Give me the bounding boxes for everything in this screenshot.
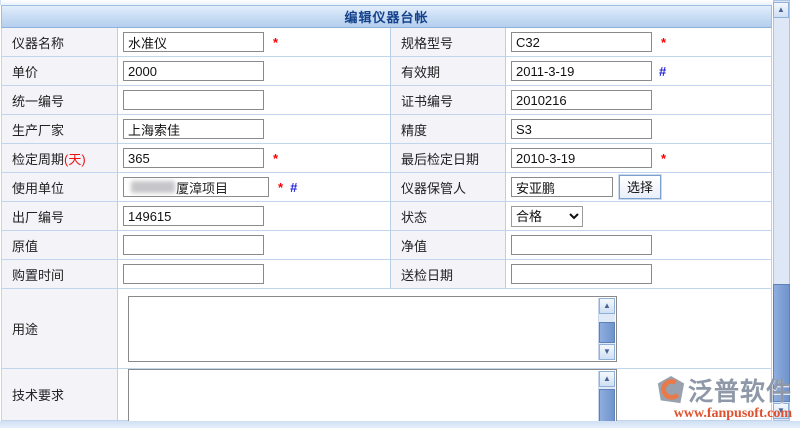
inspection-date-input[interactable]: [511, 264, 652, 284]
verification-cycle-input[interactable]: [123, 148, 264, 168]
fanpu-logo-icon: [656, 375, 686, 405]
status-label: 状态: [401, 207, 427, 226]
spec-model-input[interactable]: [511, 32, 652, 52]
valid-until-input[interactable]: [511, 61, 652, 81]
instrument-name-input[interactable]: [123, 32, 264, 52]
hash-marker: #: [290, 180, 297, 195]
form-row: 检定周期(天) * 最后检定日期 *: [2, 144, 772, 173]
spec-model-label: 规格型号: [401, 33, 453, 52]
form-row: 使用单位 厦漳项目 * # 仪器保管人 选择: [2, 173, 772, 202]
manufacturer-label: 生产厂家: [12, 120, 64, 139]
original-value-input[interactable]: [123, 235, 264, 255]
last-verification-date-label: 最后检定日期: [401, 149, 479, 168]
form-row: 统一编号 证书编号: [2, 86, 772, 115]
form-row: 购置时间 送检日期: [2, 260, 772, 289]
form-row: 单价 有效期 #: [2, 57, 772, 86]
scroll-up-icon[interactable]: ▲: [599, 371, 615, 387]
required-marker: *: [661, 151, 666, 166]
factory-number-input[interactable]: [123, 206, 264, 226]
vendor-url: www.fanpusoft.com: [632, 406, 792, 422]
precision-label: 精度: [401, 120, 427, 139]
unit-price-input[interactable]: [123, 61, 264, 81]
form-row: 用途 ▲ ▼: [2, 289, 772, 369]
status-select[interactable]: 合格: [511, 206, 583, 227]
required-marker: *: [273, 151, 278, 166]
purpose-textarea[interactable]: ▲ ▼: [128, 296, 617, 362]
technical-requirements-textarea[interactable]: ▲: [128, 369, 617, 428]
valid-until-label: 有效期: [401, 62, 440, 81]
precision-input[interactable]: [511, 119, 652, 139]
form-row: 原值 净值: [2, 231, 772, 260]
original-value-label: 原值: [12, 236, 38, 255]
inspection-date-label: 送检日期: [401, 265, 453, 284]
scrollbar-thumb[interactable]: [599, 389, 615, 423]
scroll-up-icon[interactable]: ▲: [773, 2, 789, 18]
scroll-down-icon[interactable]: ▼: [599, 344, 615, 360]
custodian-select-button[interactable]: 选择: [619, 175, 661, 199]
purchase-date-label: 购置时间: [12, 265, 64, 284]
required-marker: *: [278, 180, 283, 195]
net-value-label: 净值: [401, 236, 427, 255]
instrument-form: 仪器名称 * 规格型号 * 单价 有效期 # 统一编号: [1, 28, 772, 421]
purchase-date-input[interactable]: [123, 264, 264, 284]
custodian-label: 仪器保管人: [401, 178, 466, 197]
form-row: 出厂编号 状态 合格: [2, 202, 772, 231]
instrument-name-label: 仪器名称: [12, 33, 64, 52]
redacted-text: [131, 181, 175, 193]
textarea-scrollbar[interactable]: ▲: [598, 371, 615, 427]
bottom-strip: [0, 421, 800, 428]
certificate-number-input[interactable]: [511, 90, 652, 110]
unified-number-label: 统一编号: [12, 91, 64, 110]
purpose-label: 用途: [12, 319, 38, 338]
scrollbar-thumb[interactable]: [599, 322, 615, 343]
using-unit-visible-text: 厦漳项目: [176, 178, 228, 197]
certificate-number-label: 证书编号: [401, 91, 453, 110]
edit-instrument-ledger-window: 编辑仪器台帐 仪器名称 * 规格型号 * 单价 有效期 #: [0, 0, 800, 428]
page-scrollbar[interactable]: ▲ ▼: [773, 0, 790, 421]
manufacturer-input[interactable]: [123, 119, 264, 139]
form-row: 生产厂家 精度: [2, 115, 772, 144]
textarea-scrollbar[interactable]: ▲ ▼: [598, 298, 615, 360]
scroll-up-icon[interactable]: ▲: [599, 298, 615, 314]
net-value-input[interactable]: [511, 235, 652, 255]
verification-cycle-label: 检定周期: [12, 149, 64, 168]
factory-number-label: 出厂编号: [12, 207, 64, 226]
required-marker: *: [273, 35, 278, 50]
last-verification-date-input[interactable]: [511, 148, 652, 168]
using-unit-input[interactable]: 厦漳项目: [123, 177, 269, 197]
vendor-watermark: 泛普软件 www.fanpusoft.com: [632, 372, 792, 422]
unified-number-input[interactable]: [123, 90, 264, 110]
vendor-name: 泛普软件: [688, 372, 792, 408]
using-unit-label: 使用单位: [12, 178, 64, 197]
dialog-header: 编辑仪器台帐: [1, 5, 772, 28]
required-marker: *: [661, 35, 666, 50]
verification-cycle-label-suffix: (天): [64, 149, 86, 168]
page-title: 编辑仪器台帐: [344, 7, 428, 26]
unit-price-label: 单价: [12, 62, 38, 81]
hash-marker: #: [659, 64, 666, 79]
form-row: 仪器名称 * 规格型号 *: [2, 28, 772, 57]
technical-requirements-label: 技术要求: [12, 385, 64, 404]
custodian-input[interactable]: [511, 177, 613, 197]
